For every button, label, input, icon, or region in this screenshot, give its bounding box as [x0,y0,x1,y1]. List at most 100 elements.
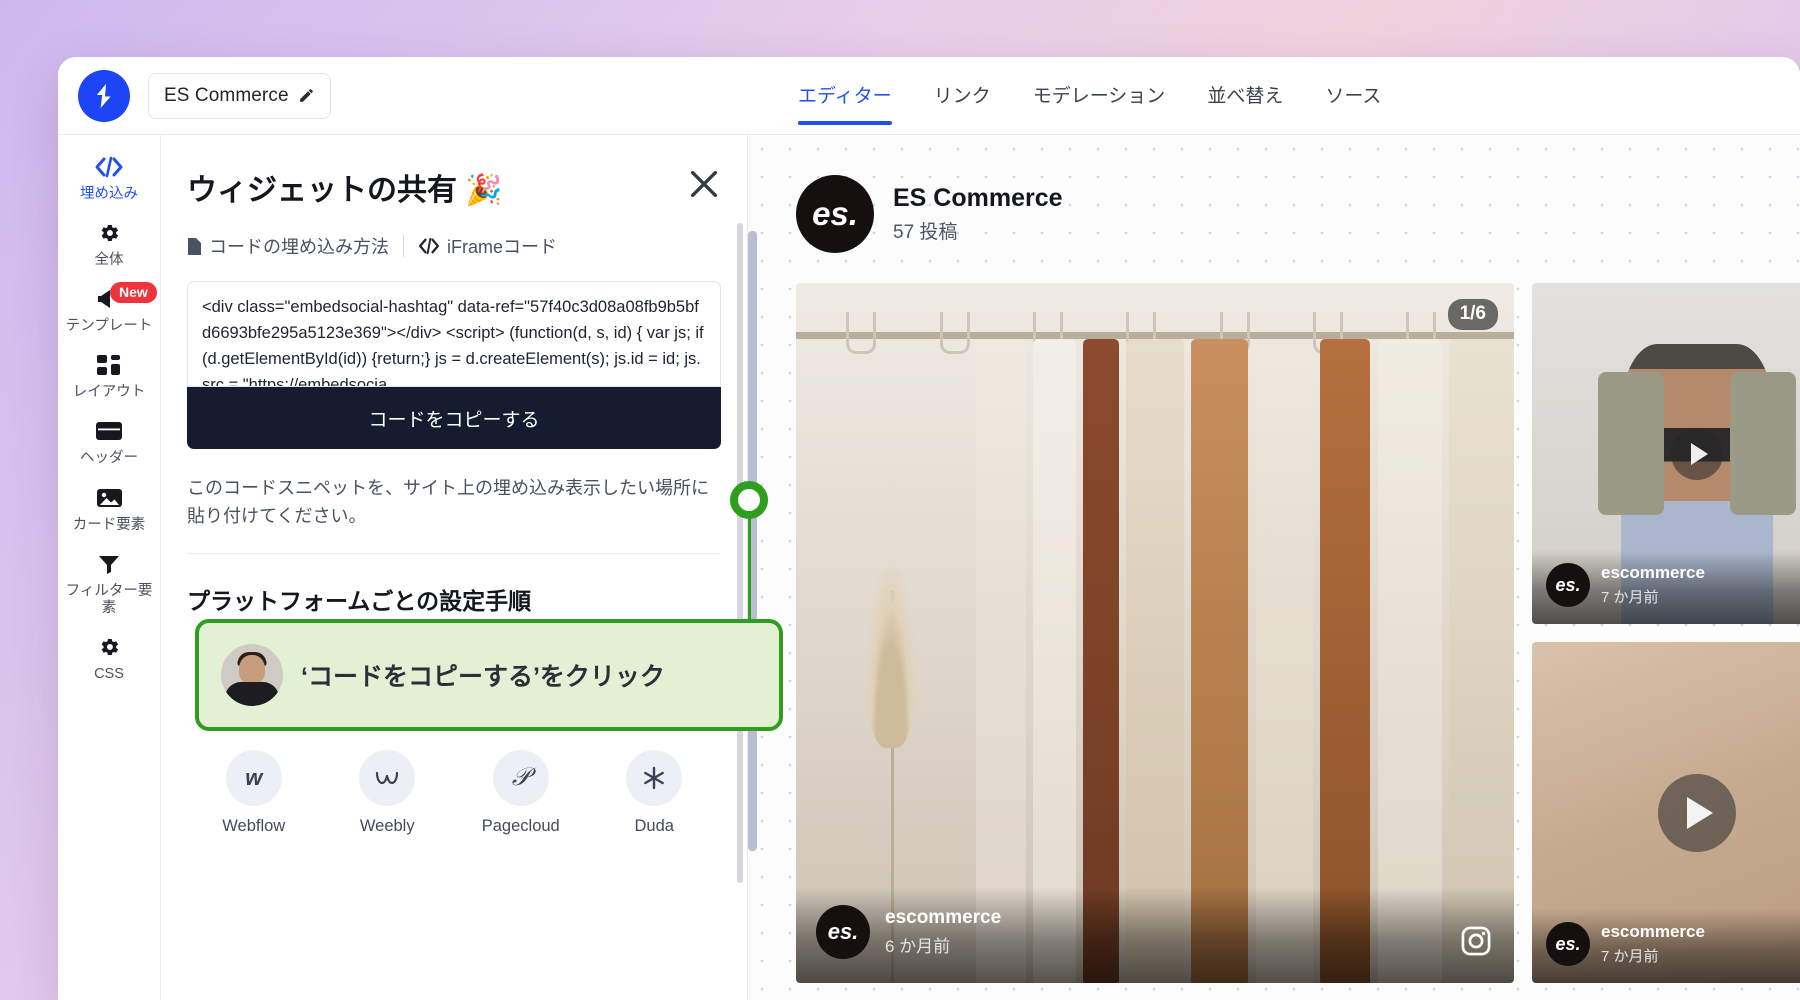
project-name-chip[interactable]: ES Commerce [148,72,331,119]
duda-icon [626,749,683,806]
iframe-code-label: iFrameコード [447,237,558,257]
card-footer: es. escommerce 7 か月前 [1532,909,1800,983]
sidebar-item-header[interactable]: ヘッダー [58,417,160,467]
platform-duda[interactable]: Duda [588,749,722,836]
platform-label: Webflow [222,816,286,835]
media-side-column: es. escommerce 7 か月前 es. escommerce 7 か月… [1532,283,1800,983]
platform-label: Pagecloud [481,816,560,835]
weebly-icon [359,749,416,806]
callout-text: ‘コードをコピーする’をクリック [301,663,665,691]
panel-sublinks: コードの埋め込み方法 iFrameコード [187,233,721,259]
avatar: es. [1546,922,1590,966]
sidebar-item-embed[interactable]: 埋め込み [58,153,160,203]
new-badge: New [110,282,157,304]
card-username: escommerce [1601,563,1705,582]
embed-hint-text: このコードスニペットを、サイト上の埋め込み表示したい場所に貼り付けてください。 [187,478,709,526]
sidebar-item-layout[interactable]: レイアウト [58,351,160,401]
code-icon [418,238,440,254]
sidebar-item-label: CSS [94,665,124,682]
embed-code-box[interactable]: <div class="embedsocial-hashtag" data-re… [187,281,721,387]
tab-sort[interactable]: 並べ替え [1207,81,1283,112]
card-timestamp: 6 か月前 [885,937,951,956]
sidebar-item-filter-elements[interactable]: フィルター要素 [58,550,160,617]
card-username: escommerce [1601,922,1705,941]
code-icon [94,153,124,181]
preview-account-header: es. ES Commerce 57 投稿 [796,175,1800,253]
iframe-code-link[interactable]: iFrameコード [418,233,557,259]
sidebar-item-label: レイアウト [72,384,146,401]
platform-pagecloud[interactable]: 𝒫 Pagecloud [454,749,588,836]
play-icon[interactable] [1658,773,1736,852]
gear-icon [97,633,121,661]
app-window: ES Commerce エディター リンク モデレーション 並べ替え ソース 埋… [58,57,1800,1000]
project-name-label: ES Commerce [164,84,289,106]
media-card[interactable]: es. escommerce 7 か月前 [1532,642,1800,983]
top-bar: ES Commerce エディター リンク モデレーション 並べ替え ソース [58,57,1800,135]
card-timestamp: 7 か月前 [1601,589,1659,606]
media-card[interactable]: 1/6 es. escommerce 6 か月前 [796,283,1514,983]
body-row: 埋め込み 全体 New テンプレート レイアウト ヘッダー カード要素 フィルタ… [58,135,1800,1000]
tab-editor[interactable]: エディター [798,81,892,125]
copy-code-button[interactable]: コードをコピーする [187,387,721,449]
embedsocial-logo-icon[interactable] [78,69,130,122]
filter-icon [97,550,121,578]
embed-code-text: <div class="embedsocial-hashtag" data-re… [202,298,704,387]
platform-section-title: プラットフォームごとの設定手順 [187,587,532,614]
card-footer: es. escommerce 7 か月前 [1532,550,1800,624]
media-grid: 1/6 es. escommerce 6 か月前 es. escommerce … [796,283,1800,983]
sidebar-item-card-elements[interactable]: カード要素 [58,484,160,534]
sidebar-item-global[interactable]: 全体 [58,219,160,269]
top-nav: エディター リンク モデレーション 並べ替え ソース [798,57,1381,135]
instagram-icon[interactable] [1460,925,1492,957]
pencil-icon[interactable] [298,87,315,104]
close-icon[interactable] [687,167,721,201]
embed-howto-link[interactable]: コードの埋め込み方法 [187,233,389,259]
embed-howto-label: コードの埋め込み方法 [209,237,389,257]
sidebar-item-label: テンプレート [65,318,153,335]
webflow-icon: w [225,749,282,806]
coach-avatar [221,644,283,706]
tab-moderation[interactable]: モデレーション [1033,81,1166,112]
callout-target-dot [730,481,768,519]
sidebar-item-label: 埋め込み [80,186,138,202]
tab-links[interactable]: リンク [934,81,991,112]
onboarding-callout[interactable]: ‘コードをコピーする’をクリック [195,619,783,731]
avatar: es. [796,175,874,253]
sidebar-item-label: ヘッダー [80,450,138,467]
card-image [796,283,1514,983]
platform-webflow[interactable]: w Webflow [187,749,321,836]
sidebar-item-label: 全体 [94,252,124,269]
card-username: escommerce [885,907,1002,928]
sublink-divider [403,235,404,257]
avatar: es. [816,905,870,959]
media-card[interactable]: es. escommerce 7 か月前 [1532,283,1800,624]
sidebar-item-templates[interactable]: New テンプレート [58,282,160,335]
platform-label: Weebly [359,816,415,835]
card-timestamp: 7 か月前 [1601,948,1659,965]
document-icon [188,237,201,255]
pagecloud-icon: 𝒫 [492,749,549,806]
sidebar-item-label: カード要素 [72,516,146,533]
image-icon [96,484,123,512]
sidebar-item-label: フィルター要素 [65,582,153,616]
account-post-count: 57 投稿 [893,222,958,243]
panel-scrollbar[interactable] [737,223,743,883]
play-icon[interactable] [1671,427,1723,480]
media-counter: 1/6 [1447,299,1498,330]
panel-header: ウィジェットの共有 🎉 コードの埋め込み方法 iFrameコード [161,135,747,259]
copy-code-label: コードをコピーする [368,409,540,431]
share-widget-panel: ウィジェットの共有 🎉 コードの埋め込み方法 iFrameコード <div cl… [161,135,748,1000]
platform-label: Duda [634,816,674,835]
card-footer: es. escommerce 6 か月前 [796,887,1514,983]
widget-preview: es. ES Commerce 57 投稿 1/6 es. escommerce… [748,135,1800,1000]
tab-sources[interactable]: ソース [1325,81,1381,112]
gear-icon [97,219,121,247]
left-icon-rail: 埋め込み 全体 New テンプレート レイアウト ヘッダー カード要素 フィルタ… [58,135,161,1000]
sidebar-item-css[interactable]: CSS [58,633,160,683]
layout-icon [96,351,122,379]
account-name: ES Commerce [893,184,1063,212]
page-title: ウィジェットの共有 🎉 [187,174,503,207]
header-icon [95,417,123,445]
platform-weebly[interactable]: Weebly [321,749,455,836]
avatar: es. [1546,563,1590,607]
